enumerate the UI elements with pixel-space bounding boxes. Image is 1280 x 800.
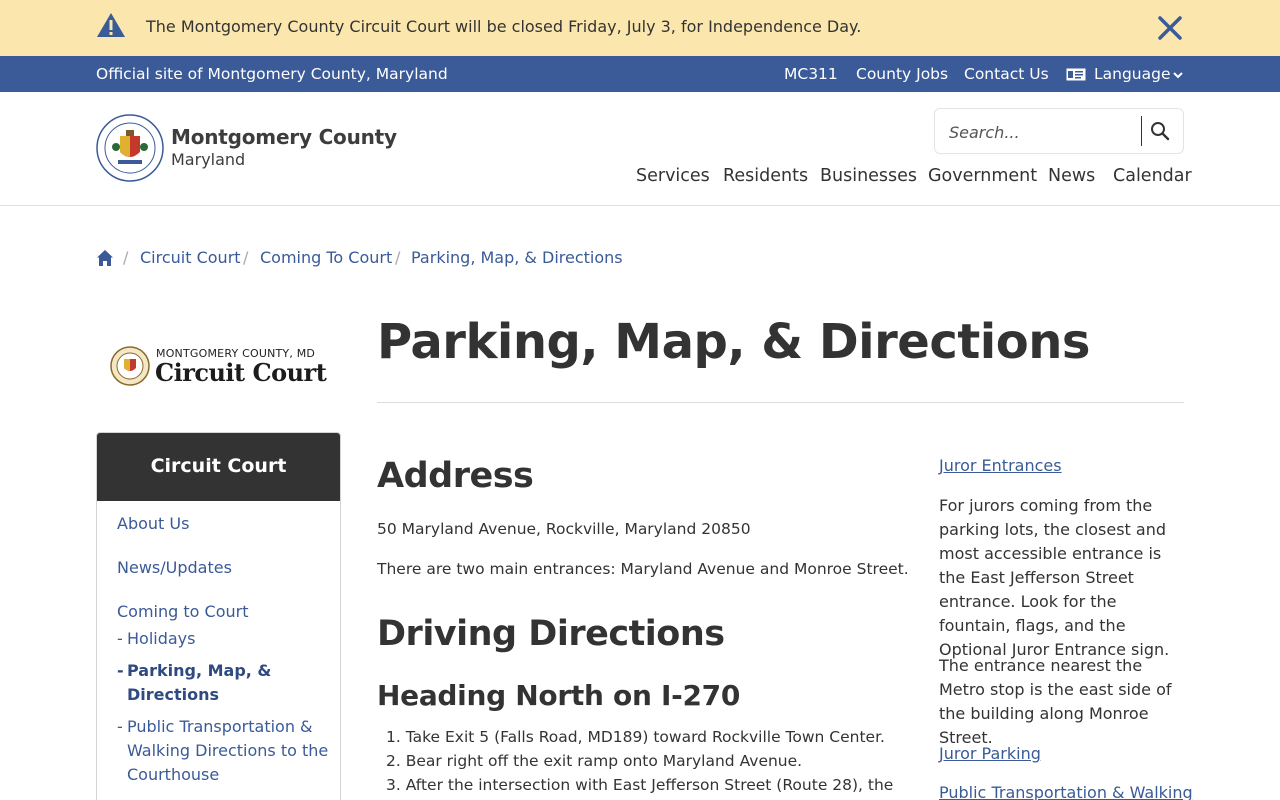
official-site-text: Official site of Montgomery County, Mary… <box>96 65 448 83</box>
sidebar-subitem-dash: - <box>117 717 123 736</box>
search-icon[interactable] <box>1150 121 1170 141</box>
breadcrumb-coming-to-court[interactable]: Coming To Court <box>260 248 392 267</box>
language-icon <box>1066 68 1086 81</box>
page-title: Parking, Map, & Directions <box>377 314 1090 370</box>
warning-icon <box>97 13 125 37</box>
sidebar-item-news-updates[interactable]: News/Updates <box>117 558 232 577</box>
brand-name: Montgomery County <box>171 125 397 149</box>
nav-news[interactable]: News <box>1048 166 1095 186</box>
mc311-link[interactable]: MC311 <box>784 65 838 83</box>
chevron-down-icon[interactable] <box>1172 70 1184 80</box>
nav-businesses[interactable]: Businesses <box>820 166 917 186</box>
sidebar-subitem-public-transportation[interactable]: - Public Transportation & Walking Direct… <box>117 715 332 787</box>
juror-entrances-text: For jurors coming from the parking lots,… <box>939 496 1170 659</box>
sidebar-subitem-dash: - <box>117 661 124 680</box>
title-divider <box>377 402 1184 403</box>
sidebar-subitem-label: Parking, Map, & Directions <box>127 661 272 704</box>
sidebar-subitem-dash: - <box>117 629 123 648</box>
breadcrumb-separator: / <box>243 248 249 267</box>
metro-entrance-text: The entrance nearest the Metro stop is t… <box>939 656 1172 747</box>
direction-step: 3. After the intersection with East Jeff… <box>386 776 894 794</box>
search-box <box>934 108 1184 154</box>
juror-entrances-link[interactable]: Juror Entrances <box>939 456 1062 475</box>
juror-parking-link[interactable]: Juror Parking <box>939 744 1041 763</box>
alert-banner: The Montgomery County Circuit Court will… <box>0 0 1280 56</box>
breadcrumb-current[interactable]: Parking, Map, & Directions <box>411 248 623 267</box>
circuit-court-seal-logo[interactable] <box>110 346 150 386</box>
alert-text: The Montgomery County Circuit Court will… <box>146 17 862 36</box>
contact-us-link[interactable]: Contact Us <box>964 65 1049 83</box>
county-seal-logo[interactable] <box>96 114 164 182</box>
nav-calendar[interactable]: Calendar <box>1113 166 1192 186</box>
address-text: 50 Maryland Avenue, Rockville, Maryland … <box>377 520 751 538</box>
county-jobs-link[interactable]: County Jobs <box>856 65 948 83</box>
sidebar-nav: Circuit Court About Us News/Updates Comi… <box>96 432 341 800</box>
breadcrumb-circuit-court[interactable]: Circuit Court <box>140 248 241 267</box>
heading-north-heading: Heading North on I-270 <box>377 679 741 712</box>
close-icon[interactable] <box>1156 14 1184 42</box>
sidebar-subitem-holidays[interactable]: - Holidays <box>117 627 327 651</box>
breadcrumb-separator: / <box>395 248 401 267</box>
sidebar-subitem-label: Holidays <box>127 629 196 648</box>
search-divider <box>1141 116 1142 146</box>
home-icon[interactable] <box>96 249 114 267</box>
address-heading: Address <box>377 456 534 496</box>
brand-subtitle: Maryland <box>171 150 246 169</box>
public-transportation-link[interactable]: Public Transportation & Walking <box>939 783 1193 800</box>
driving-directions-heading: Driving Directions <box>377 614 725 654</box>
sidebar-heading-text: Circuit Court <box>150 455 287 477</box>
nav-services[interactable]: Services <box>636 166 710 186</box>
sidebar-subitem-parking[interactable]: - Parking, Map, & Directions <box>117 659 277 707</box>
breadcrumb-separator: / <box>123 248 129 267</box>
direction-step: 1. Take Exit 5 (Falls Road, MD189) towar… <box>386 728 885 746</box>
sidebar-item-coming-to-court[interactable]: Coming to Court <box>117 602 248 621</box>
utility-bar: Official site of Montgomery County, Mary… <box>0 56 1280 92</box>
sidebar-heading[interactable]: Circuit Court <box>97 433 340 501</box>
language-button[interactable]: Language <box>1094 65 1171 83</box>
search-input[interactable] <box>949 121 1129 143</box>
court-logo-main-text: Circuit Court <box>155 358 327 387</box>
entrances-text: There are two main entrances: Maryland A… <box>377 560 909 578</box>
nav-residents[interactable]: Residents <box>723 166 808 186</box>
direction-step: 2. Bear right off the exit ramp onto Mar… <box>386 752 803 770</box>
sidebar-item-about-us[interactable]: About Us <box>117 514 189 533</box>
nav-government[interactable]: Government <box>928 166 1037 186</box>
sidebar-subitem-label: Public Transportation & Walking Directio… <box>127 717 329 784</box>
site-header: Montgomery County Maryland Services Resi… <box>0 92 1280 206</box>
